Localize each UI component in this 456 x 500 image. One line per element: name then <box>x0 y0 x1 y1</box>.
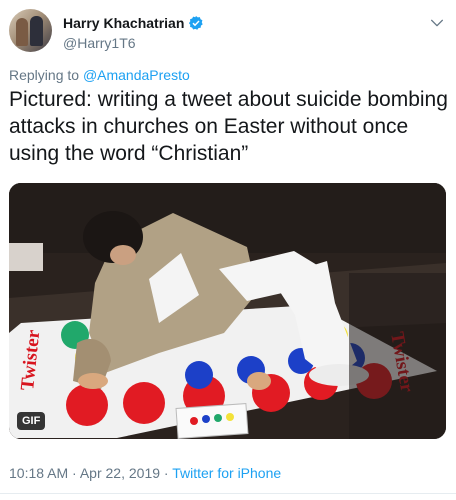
avatar-person-right <box>30 16 43 46</box>
author-handle[interactable]: @Harry1T6 <box>63 35 204 51</box>
verified-badge-icon <box>189 16 204 30</box>
tweet-meta: 10:18 AM · Apr 22, 2019 · Twitter for iP… <box>9 465 281 481</box>
author-display-name[interactable]: Harry Khachatrian <box>63 15 184 31</box>
gif-badge: GIF <box>17 412 46 430</box>
avatar[interactable] <box>9 9 52 52</box>
author-display-name-row[interactable]: Harry Khachatrian <box>63 15 204 31</box>
replying-to-prefix: Replying to <box>9 67 80 83</box>
meta-separator: · <box>72 465 77 481</box>
meta-separator-2: · <box>163 465 169 481</box>
divider <box>0 493 456 494</box>
replying-to: Replying to @AmandaPresto <box>9 67 190 83</box>
reply-mention-link[interactable]: @AmandaPresto <box>83 67 190 83</box>
tweet-date[interactable]: Apr 22, 2019 <box>80 465 160 481</box>
tweet-text: Pictured: writing a tweet about suicide … <box>9 88 448 165</box>
tweet-header: Harry Khachatrian @Harry1T6 <box>9 9 447 53</box>
gif-frame: Twister Twister <box>9 183 446 439</box>
tweet-source-link[interactable]: Twitter for iPhone <box>172 465 281 481</box>
author-names[interactable]: Harry Khachatrian @Harry1T6 <box>63 15 204 51</box>
chevron-down-icon[interactable] <box>429 15 445 31</box>
avatar-person-left <box>16 18 28 46</box>
gif-media[interactable]: Twister Twister GIF <box>9 183 446 439</box>
tweet-time[interactable]: 10:18 AM <box>9 465 68 481</box>
